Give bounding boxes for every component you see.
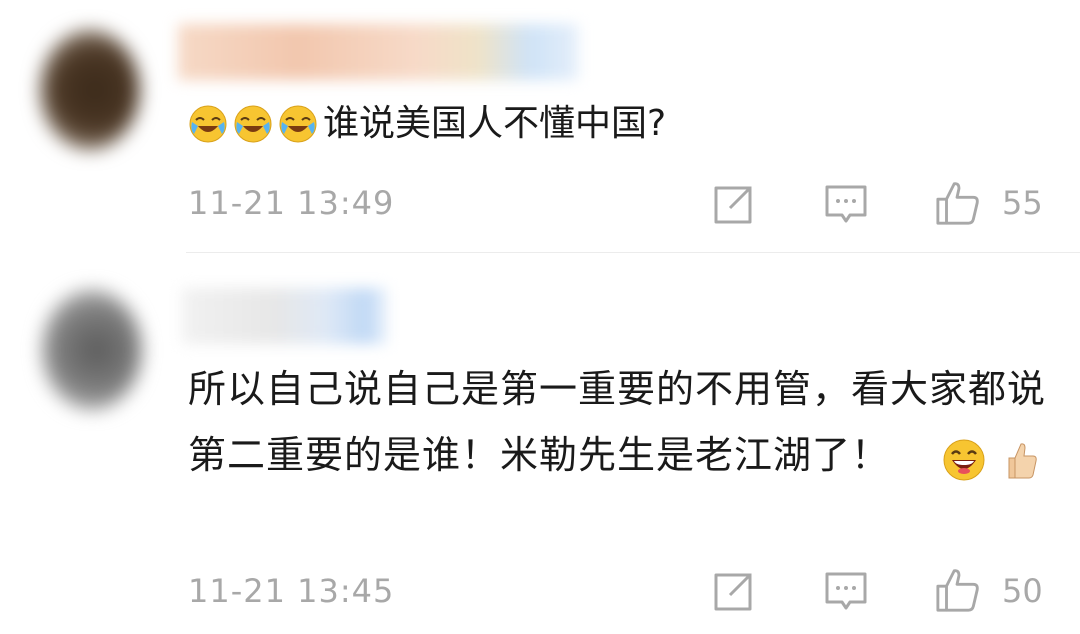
like-count: 50 — [1002, 572, 1043, 610]
cry-laugh-emoji — [188, 104, 228, 144]
cry-laugh-emoji — [233, 104, 273, 144]
username[interactable] — [178, 24, 578, 80]
reply-button[interactable] — [823, 182, 869, 228]
comment-text: 所以自己说自己是第一重要的不用管，看大家都说第二重要的是谁！米勒先生是老江湖了！ — [188, 367, 1047, 477]
username[interactable] — [182, 288, 387, 344]
comment-icon — [825, 572, 867, 610]
thumbs-up-icon — [936, 569, 979, 612]
thumbs-up-icon — [936, 182, 979, 225]
share-button[interactable] — [710, 569, 756, 615]
divider — [186, 252, 1080, 253]
avatar[interactable] — [42, 290, 142, 410]
comment-text-block: 所以自己说自己是第一重要的不用管，看大家都说第二重要的是谁！米勒先生是老江湖了！ — [188, 356, 1058, 488]
like-count: 55 — [1002, 184, 1043, 222]
avatar[interactable] — [40, 30, 140, 150]
share-button[interactable] — [710, 182, 756, 228]
like-button[interactable] — [935, 567, 981, 613]
like-button[interactable] — [935, 180, 981, 226]
comment-text: 谁说美国人不懂中国? — [323, 103, 667, 144]
share-icon — [714, 186, 752, 224]
grin-emoji — [942, 436, 986, 480]
comment-timestamp: 11-21 13:45 — [188, 572, 395, 610]
comment-icon — [825, 185, 867, 223]
reply-button[interactable] — [823, 569, 869, 615]
comment-timestamp: 11-21 13:49 — [188, 184, 395, 222]
comment-text-block: 谁说美国人不懂中国? — [188, 102, 666, 146]
thumbs-up-emoji — [999, 436, 1043, 480]
share-icon — [714, 573, 752, 611]
cry-laugh-emoji — [278, 104, 318, 144]
